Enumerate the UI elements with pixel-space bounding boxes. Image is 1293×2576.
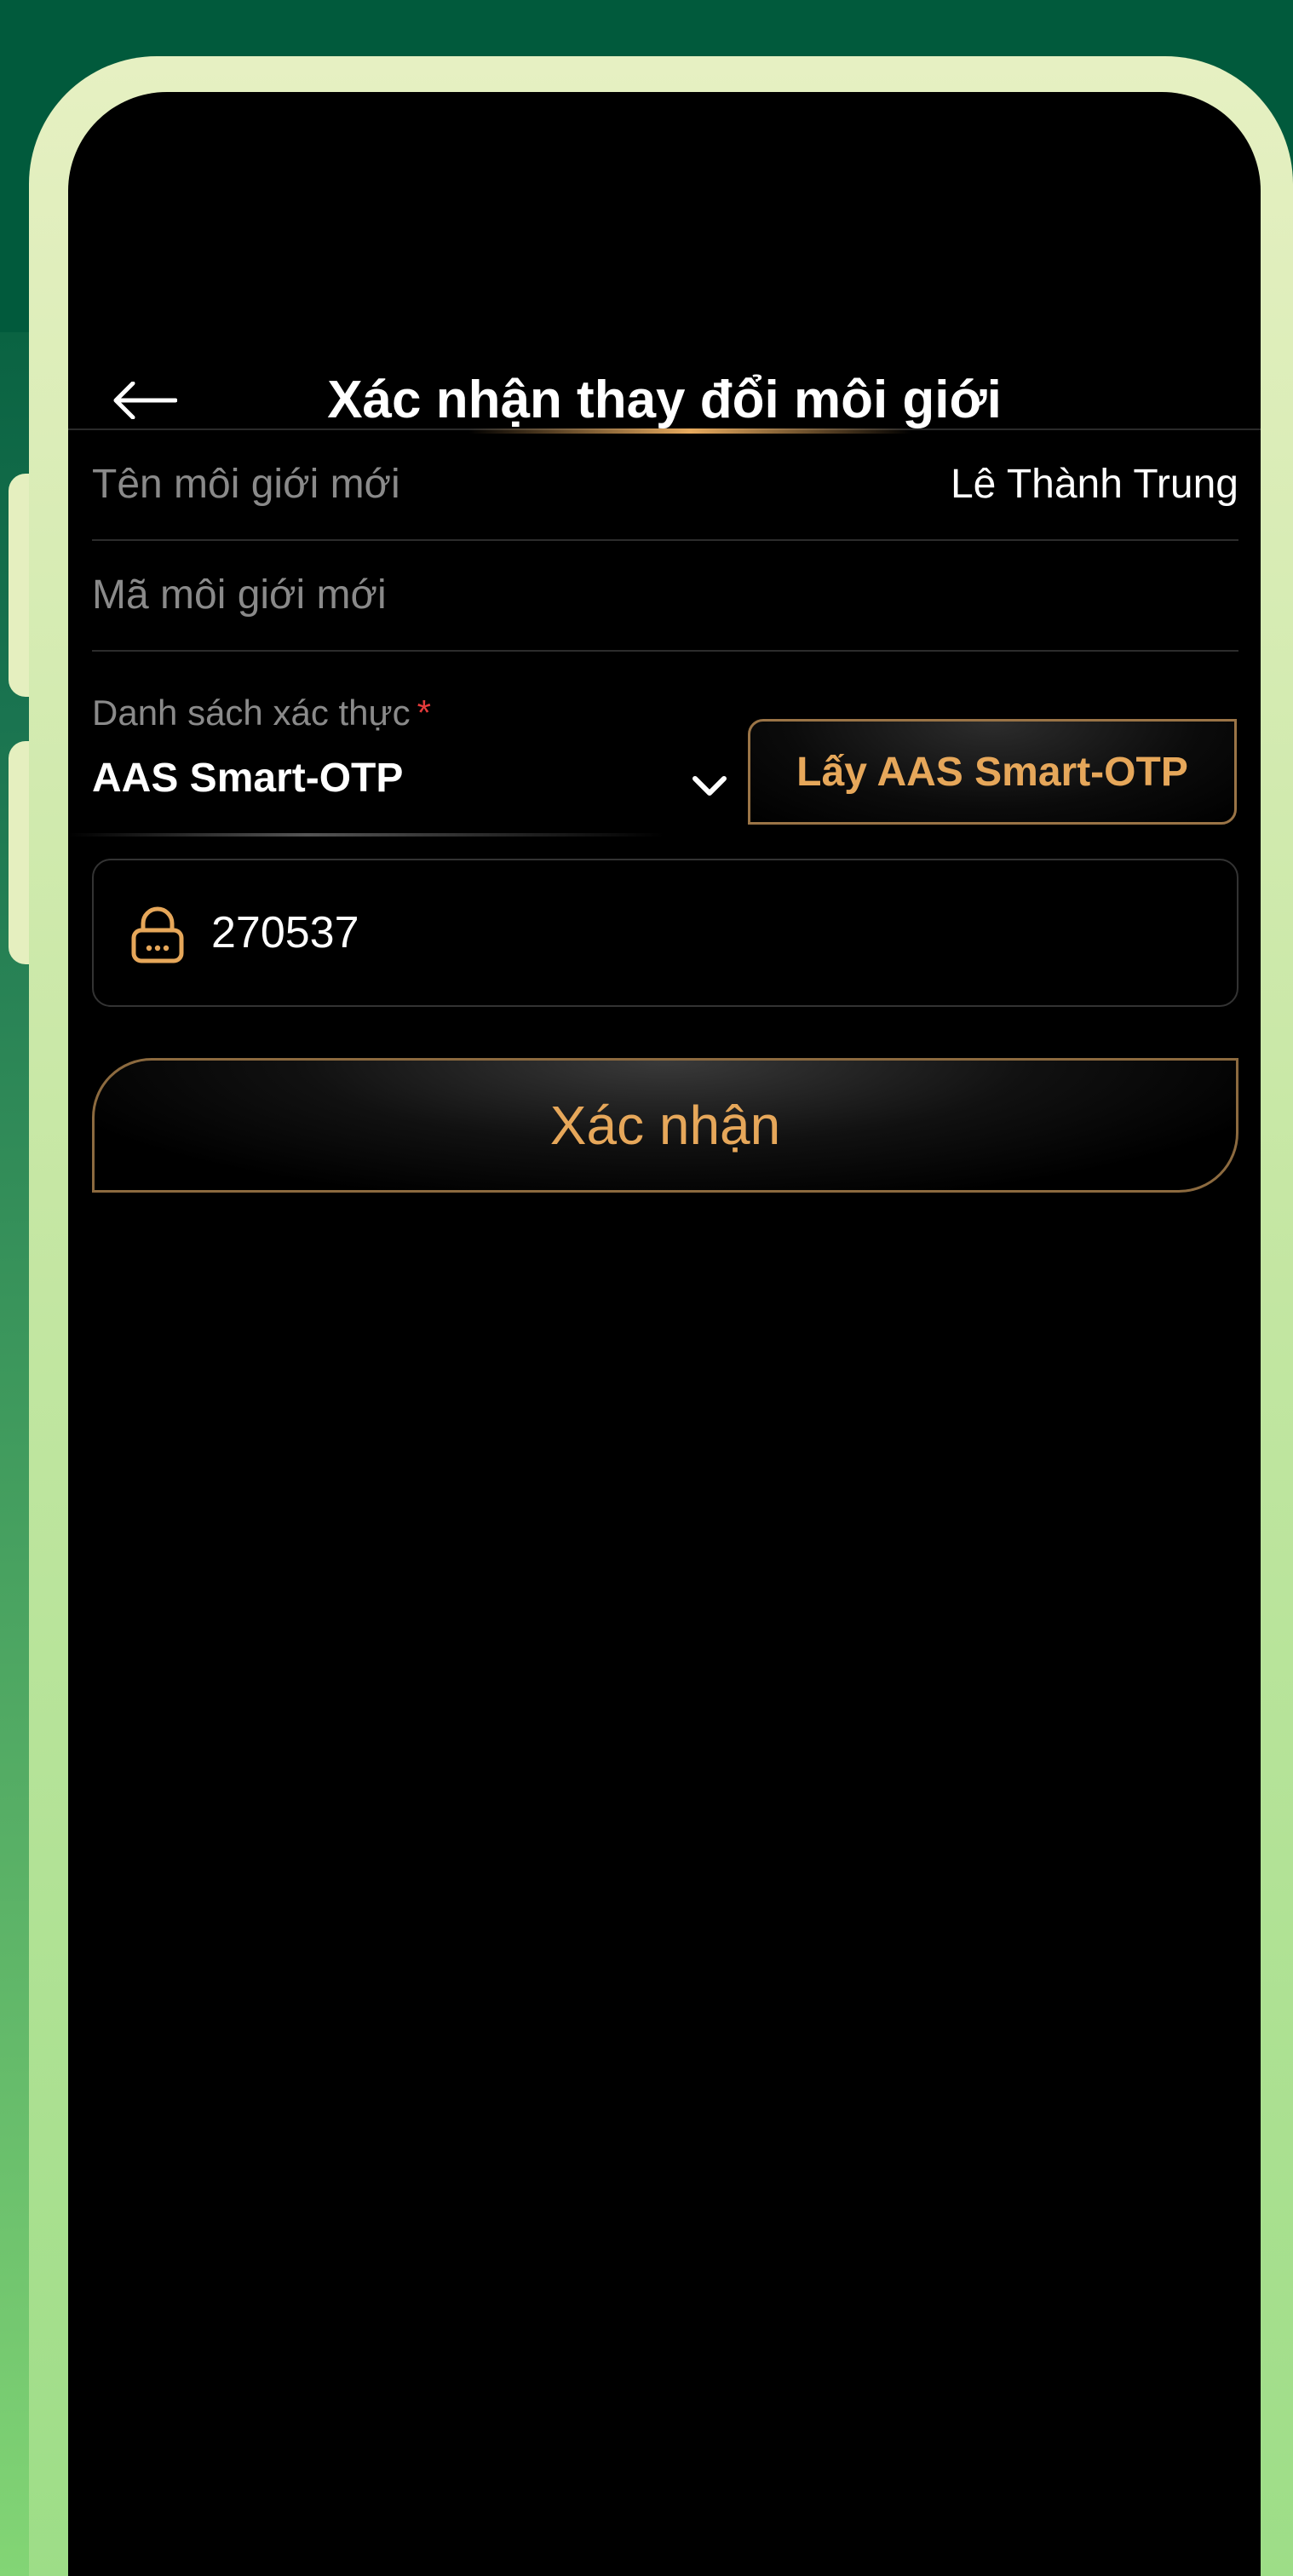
- auth-method-label-text: Danh sách xác thực: [92, 693, 411, 733]
- broker-code-row: Mã môi giới mới: [92, 541, 1238, 652]
- arrow-left-icon: [113, 382, 177, 419]
- get-smart-otp-button[interactable]: Lấy AAS Smart-OTP: [748, 719, 1237, 825]
- auth-method-label: Danh sách xác thực *: [92, 693, 431, 733]
- broker-name-label: Tên môi giới mới: [92, 462, 400, 507]
- confirm-button[interactable]: Xác nhận: [92, 1058, 1238, 1193]
- required-mark: *: [417, 693, 431, 733]
- auth-method-value: AAS Smart-OTP: [92, 756, 404, 801]
- lock-icon: [131, 906, 184, 963]
- otp-value: 270537: [211, 908, 359, 957]
- broker-name-row: Tên môi giới mới Lê Thành Trung: [92, 430, 1238, 541]
- auth-select-underline: [68, 833, 664, 837]
- broker-code-label: Mã môi giới mới: [92, 572, 387, 618]
- chevron-down-icon: [692, 776, 727, 796]
- auth-method-select[interactable]: AAS Smart-OTP: [92, 748, 739, 825]
- otp-input[interactable]: 270537: [92, 859, 1238, 1007]
- phone-screen: Xác nhận thay đổi môi giới Tên môi giới …: [68, 92, 1261, 2576]
- broker-name-value: Lê Thành Trung: [950, 462, 1238, 507]
